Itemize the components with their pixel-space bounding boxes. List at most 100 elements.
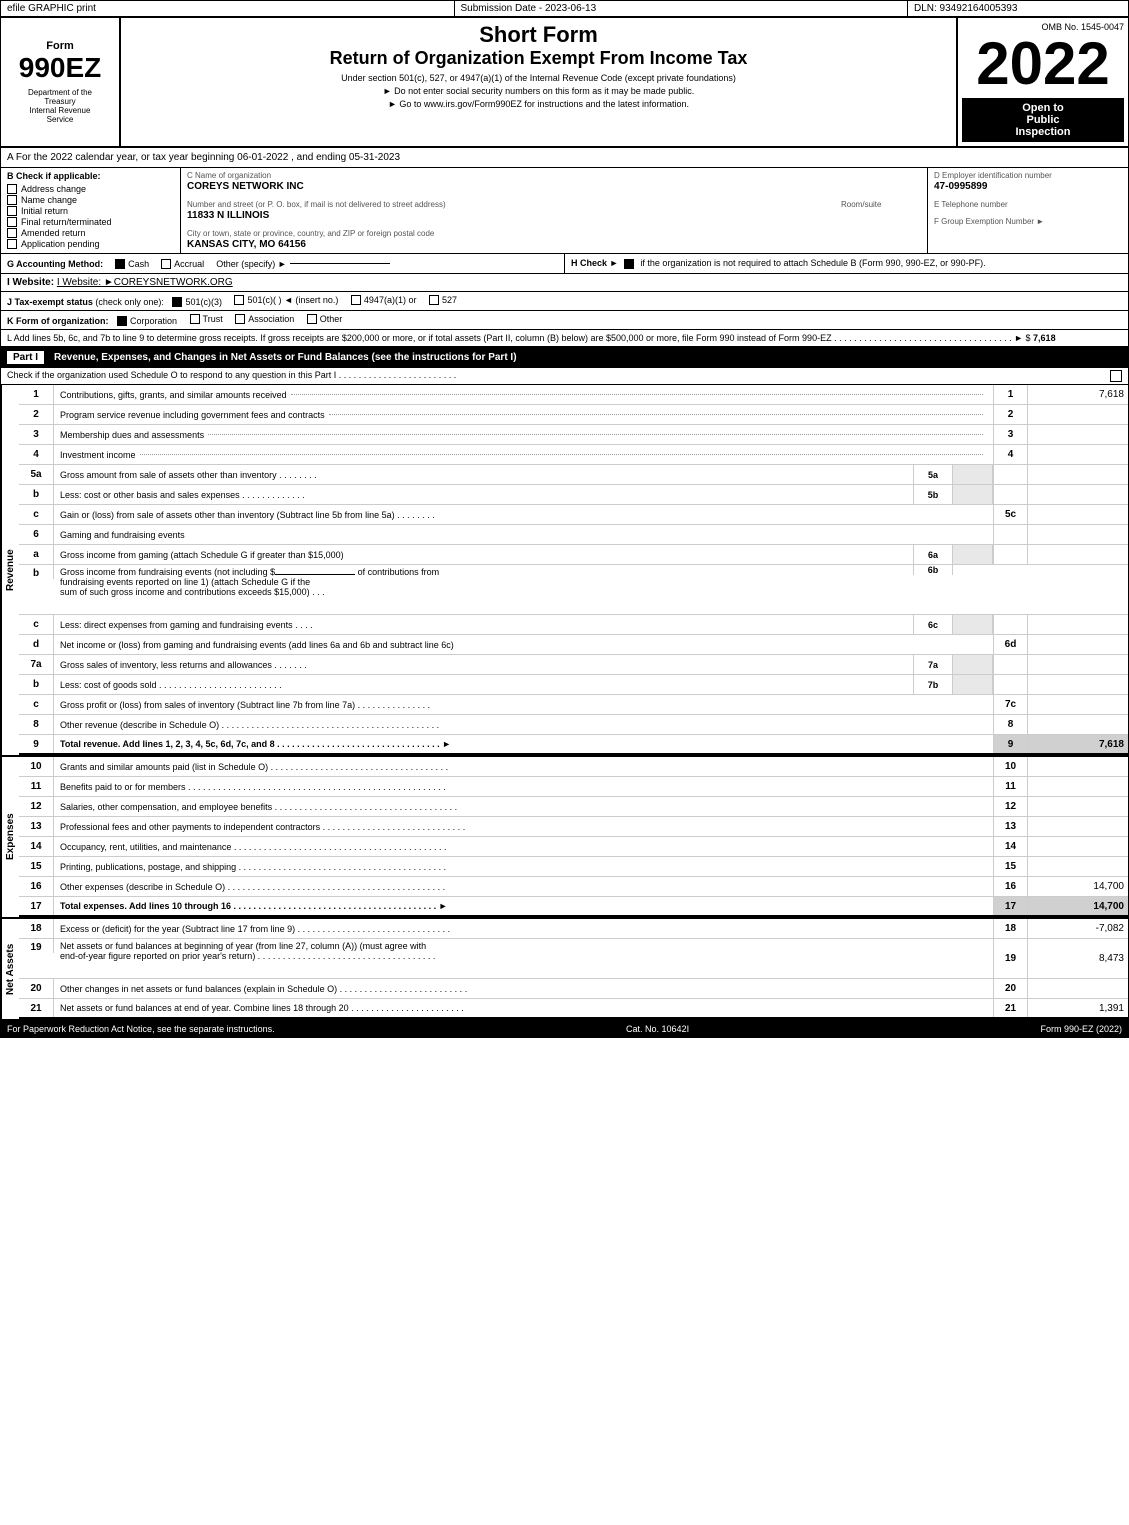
j-501c3: 501(c)(3): [172, 297, 222, 307]
cash-option: Cash: [115, 259, 149, 269]
section-l: L Add lines 5b, 6c, and 7b to line 9 to …: [1, 330, 1128, 348]
ein-value: 47-0995899: [934, 181, 1122, 192]
cb-application-pending: Application pending: [7, 239, 174, 249]
submission-date: Submission Date - 2023-06-13: [455, 1, 909, 16]
dln: DLN: 93492164005393: [908, 1, 1128, 16]
name-change-checkbox[interactable]: [7, 195, 17, 205]
section-c: C Name of organization COREYS NETWORK IN…: [181, 168, 928, 253]
cb-initial-return: Initial return: [7, 206, 174, 216]
section-g-block: G Accounting Method: Cash Accrual Other …: [1, 254, 565, 273]
part1-header: Part I Revenue, Expenses, and Changes in…: [1, 348, 1128, 368]
row-13: 13 Professional fees and other payments …: [19, 817, 1128, 837]
h-checkbox[interactable]: [624, 259, 634, 269]
row-4: 4 Investment income 4: [19, 445, 1128, 465]
row-5c: c Gain or (loss) from sale of assets oth…: [19, 505, 1128, 525]
org-name-label: C Name of organization: [187, 171, 921, 180]
j-501ct: 501(c)( ) ◄ (insert no.): [234, 295, 338, 305]
form-right-block: OMB No. 1545-0047 2022 Open to Public In…: [958, 18, 1128, 146]
efile-text: efile GRAPHIC print: [7, 3, 96, 14]
website-value[interactable]: I Website: ►COREYSNETWORK.ORG: [57, 277, 233, 288]
other-value: [290, 263, 390, 264]
row-11: 11 Benefits paid to or for members . . .…: [19, 777, 1128, 797]
expenses-section: Expenses 10 Grants and similar amounts p…: [1, 755, 1128, 917]
expenses-side-label: Expenses: [1, 757, 19, 917]
city-value: KANSAS CITY, MO 64156: [187, 239, 921, 250]
form-instruction2: ► Go to www.irs.gov/Form990EZ for instru…: [131, 99, 946, 109]
city-label: City or town, state or province, country…: [187, 229, 921, 238]
k-corp-checkbox[interactable]: [117, 316, 127, 326]
form-number: 990EZ: [19, 52, 102, 84]
section-i: I Website: I Website: ►COREYSNETWORK.ORG: [1, 274, 1128, 292]
row-8: 8 Other revenue (describe in Schedule O)…: [19, 715, 1128, 735]
k-other-checkbox[interactable]: [307, 314, 317, 324]
final-return-checkbox[interactable]: [7, 217, 17, 227]
row-19: 19 Net assets or fund balances at beginn…: [19, 939, 1128, 979]
form-title1: Short Form: [131, 22, 946, 48]
row-16: 16 Other expenses (describe in Schedule …: [19, 877, 1128, 897]
address-change-checkbox[interactable]: [7, 184, 17, 194]
j-501ct-checkbox[interactable]: [234, 295, 244, 305]
k-assoc: Association: [235, 314, 294, 324]
other-option: Other (specify) ►: [216, 259, 389, 269]
room-label: Room/suite: [841, 200, 921, 209]
cb-final-return: Final return/terminated: [7, 217, 174, 227]
part1-check-box[interactable]: [1110, 370, 1122, 382]
application-pending-checkbox[interactable]: [7, 239, 17, 249]
part1-check-note: Check if the organization used Schedule …: [1, 368, 1128, 385]
row-2: 2 Program service revenue including gove…: [19, 405, 1128, 425]
row-9: 9 Total revenue. Add lines 1, 2, 3, 4, 5…: [19, 735, 1128, 755]
part1-label: Part I: [7, 351, 44, 364]
row-6b: b Gross income from fundraising events (…: [19, 565, 1128, 615]
section-a-text: A For the 2022 calendar year, or tax yea…: [7, 152, 400, 163]
footer-cat: Cat. No. 10642I: [626, 1024, 689, 1034]
address-label: Number and street (or P. O. box, if mail…: [187, 200, 831, 209]
j-4947-checkbox[interactable]: [351, 295, 361, 305]
row-6c: c Less: direct expenses from gaming and …: [19, 615, 1128, 635]
form-title-block: Short Form Return of Organization Exempt…: [121, 18, 958, 146]
cb-amended-return: Amended return: [7, 228, 174, 238]
j-4947: 4947(a)(1) or: [351, 295, 417, 305]
row-20: 20 Other changes in net assets or fund b…: [19, 979, 1128, 999]
row-1: 1 Contributions, gifts, grants, and simi…: [19, 385, 1128, 405]
gh-row: G Accounting Method: Cash Accrual Other …: [1, 254, 1128, 274]
dln-text: DLN: 93492164005393: [914, 3, 1017, 14]
form-title2: Return of Organization Exempt From Incom…: [131, 48, 946, 69]
top-bar: efile GRAPHIC print Submission Date - 20…: [1, 1, 1128, 18]
row-3: 3 Membership dues and assessments 3: [19, 425, 1128, 445]
footer-paperwork: For Paperwork Reduction Act Notice, see …: [7, 1024, 275, 1034]
j-501c3-checkbox[interactable]: [172, 297, 182, 307]
address-value: 11833 N ILLINOIS: [187, 210, 831, 221]
submission-text: Submission Date - 2023-06-13: [461, 3, 597, 14]
amended-return-checkbox[interactable]: [7, 228, 17, 238]
row-12: 12 Salaries, other compensation, and emp…: [19, 797, 1128, 817]
row-7c: c Gross profit or (loss) from sales of i…: [19, 695, 1128, 715]
revenue-rows: 1 Contributions, gifts, grants, and simi…: [19, 385, 1128, 755]
netassets-rows: 18 Excess or (deficit) for the year (Sub…: [19, 919, 1128, 1019]
form-number-block: Form 990EZ Department of the Treasury In…: [1, 18, 121, 146]
org-name-value: COREYS NETWORK INC: [187, 181, 921, 192]
k-trust: Trust: [190, 314, 223, 324]
tax-form-page: efile GRAPHIC print Submission Date - 20…: [0, 0, 1129, 1038]
row-5a: 5a Gross amount from sale of assets othe…: [19, 465, 1128, 485]
row-14: 14 Occupancy, rent, utilities, and maint…: [19, 837, 1128, 857]
form-footer: For Paperwork Reduction Act Notice, see …: [1, 1019, 1128, 1037]
k-assoc-checkbox[interactable]: [235, 314, 245, 324]
tax-year: 2022: [976, 34, 1109, 94]
bcd-row: B Check if applicable: Address change Na…: [1, 168, 1128, 254]
group-label: F Group Exemption Number ►: [934, 217, 1122, 226]
section-k: K Form of organization: Corporation Trus…: [1, 311, 1128, 330]
part1-title: Revenue, Expenses, and Changes in Net As…: [54, 352, 517, 363]
form-dept: Department of the Treasury Internal Reve…: [28, 88, 92, 124]
j-527-checkbox[interactable]: [429, 295, 439, 305]
j-527: 527: [429, 295, 457, 305]
section-h-label: H Check ►: [571, 258, 618, 268]
cash-checkbox[interactable]: [115, 259, 125, 269]
row-7a: 7a Gross sales of inventory, less return…: [19, 655, 1128, 675]
k-trust-checkbox[interactable]: [190, 314, 200, 324]
accrual-checkbox[interactable]: [161, 259, 171, 269]
netassets-section: Net Assets 18 Excess or (deficit) for th…: [1, 917, 1128, 1019]
initial-return-checkbox[interactable]: [7, 206, 17, 216]
expenses-rows: 10 Grants and similar amounts paid (list…: [19, 757, 1128, 917]
section-g-label: G Accounting Method:: [7, 259, 103, 269]
row-17: 17 Total expenses. Add lines 10 through …: [19, 897, 1128, 917]
